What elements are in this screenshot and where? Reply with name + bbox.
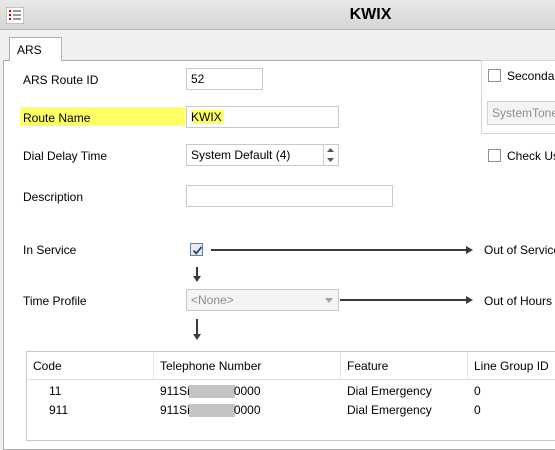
check-user-checkbox[interactable] [488, 149, 501, 162]
out-of-hours-label: Out of Hours [484, 294, 553, 308]
flow-line-2 [196, 319, 198, 335]
route-name-field[interactable]: KWIX [186, 106, 339, 128]
out-of-hours-arrow-icon [466, 296, 473, 304]
check-icon [192, 246, 203, 255]
route-name-label: Route Name [23, 111, 91, 125]
dial-delay-field[interactable]: System Default (4) [186, 144, 339, 166]
telephone-prefix: 911Si [160, 384, 190, 398]
column-header-feature[interactable]: Feature [341, 352, 468, 380]
out-of-service-arrow-icon [466, 246, 473, 254]
down-arrow-icon [193, 276, 201, 282]
column-header-telephone-number[interactable]: Telephone Number [154, 352, 341, 380]
out-of-service-arrow-line [211, 249, 469, 251]
check-user-label: Check Us [507, 149, 555, 163]
route-id-label: ARS Route ID [23, 73, 99, 87]
down-arrow-icon [193, 334, 201, 340]
description-label: Description [23, 190, 84, 204]
cell-telephone-number: 911Si 0000 [160, 382, 261, 401]
secondary-tone-select: SystemTone [487, 101, 555, 125]
dial-delay-label: Dial Delay Time [23, 149, 108, 163]
redacted-block [188, 404, 235, 418]
cell-code: 911 [49, 403, 69, 417]
secondary-dial-checkbox[interactable] [488, 69, 501, 82]
spin-up-icon[interactable] [324, 145, 337, 155]
description-field[interactable] [186, 185, 393, 207]
dial-delay-value: System Default (4) [191, 148, 291, 162]
short-code-table: Code Telephone Number Feature Line Group… [26, 351, 555, 441]
telephone-suffix: 0000 [233, 384, 261, 398]
cell-feature: Dial Emergency [347, 403, 432, 417]
chevron-down-icon [325, 298, 333, 303]
telephone-prefix: 911Si [160, 403, 190, 417]
out-of-hours-arrow-line [340, 299, 469, 301]
telephone-suffix: 0000 [233, 403, 261, 417]
dial-delay-spinner [323, 145, 337, 165]
table-row[interactable]: 911 911Si 0000 Dial Emergency 0 [27, 401, 555, 420]
column-header-line-group-id[interactable]: Line Group ID [468, 352, 555, 380]
spin-down-icon[interactable] [324, 155, 337, 165]
in-service-label: In Service [23, 243, 77, 257]
cell-telephone-number: 911Si 0000 [160, 401, 261, 420]
window-title: KWIX [349, 6, 392, 23]
table-header: Code Telephone Number Feature Line Group… [27, 352, 555, 380]
table-row[interactable]: 11 911Si 0000 Dial Emergency 0 [27, 382, 555, 401]
time-profile-select: <None> [186, 289, 339, 311]
in-service-checkbox[interactable] [190, 243, 203, 256]
cell-line-group-id: 0 [474, 384, 481, 398]
tab-ars[interactable]: ARS [9, 37, 62, 61]
title-bar: KWIX [0, 0, 555, 30]
column-header-code[interactable]: Code [27, 352, 154, 380]
cell-code: 11 [49, 384, 62, 398]
out-of-service-label: Out of Service [484, 243, 555, 257]
time-profile-value: <None> [191, 293, 234, 307]
secondary-dial-label: Secondar [507, 69, 555, 83]
route-id-field[interactable]: 52 [186, 68, 263, 90]
cell-feature: Dial Emergency [347, 384, 432, 398]
time-profile-label: Time Profile [23, 294, 87, 308]
route-name-value: KWIX [191, 110, 224, 124]
redacted-block [188, 385, 235, 399]
cell-line-group-id: 0 [474, 403, 481, 417]
